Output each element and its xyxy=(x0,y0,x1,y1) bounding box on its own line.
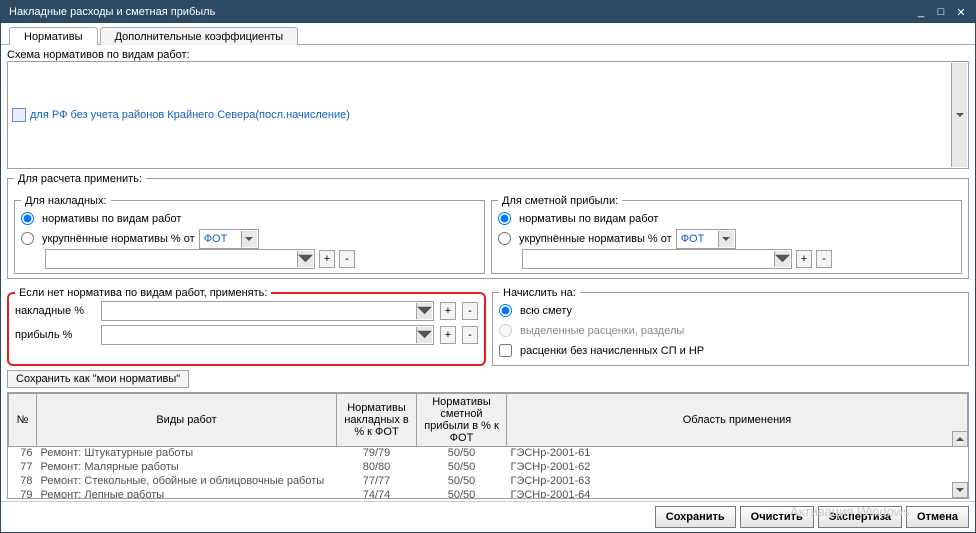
scheme-label: Схема нормативов по видам работ: xyxy=(7,49,190,61)
accrue-legend: Начислить на: xyxy=(499,287,580,299)
profit-plus-button[interactable]: + xyxy=(796,250,812,268)
overheads-radio-by-work[interactable] xyxy=(21,212,34,225)
profit-radio-enlarged[interactable] xyxy=(498,232,511,245)
table-row[interactable]: 77Ремонт: Малярные работы80/8050/50ГЭСНр… xyxy=(9,460,968,474)
profit-legend: Для сметной прибыли: xyxy=(498,195,622,207)
chevron-down-icon[interactable] xyxy=(951,63,967,167)
chevron-down-icon[interactable] xyxy=(416,327,432,343)
table-row[interactable]: 79Ремонт: Лепные работы74/7450/50ГЭСНр-2… xyxy=(9,488,968,499)
col-no[interactable]: № xyxy=(9,393,37,446)
scroll-up-button[interactable] xyxy=(952,431,968,447)
overheads-radio-enlarged[interactable] xyxy=(21,232,34,245)
close-button[interactable]: ✕ xyxy=(951,4,971,20)
overheads-minus-button[interactable]: - xyxy=(339,250,355,268)
profit-group: Для сметной прибыли: нормативы по видам … xyxy=(491,195,962,274)
accrue-radio-selected xyxy=(499,324,512,337)
chevron-down-icon[interactable] xyxy=(241,231,257,247)
fallback-overhead-label: накладные % xyxy=(15,305,95,317)
tabs: Нормативы Дополнительные коэффициенты xyxy=(1,23,975,45)
fallback-profit-plus[interactable]: + xyxy=(440,326,456,344)
chevron-down-icon[interactable] xyxy=(774,251,790,267)
profit-minus-button[interactable]: - xyxy=(816,250,832,268)
accrue-fieldset: Начислить на: всю смету выделенные расце… xyxy=(492,287,969,366)
profit-radio-by-work[interactable] xyxy=(498,212,511,225)
cancel-button[interactable]: Отмена xyxy=(906,506,969,528)
accrue-radio-all[interactable] xyxy=(499,304,512,317)
calc-legend: Для расчета применить: xyxy=(14,173,146,185)
col-prof[interactable]: Нормативы сметной прибыли в % к ФОТ xyxy=(417,393,507,446)
col-area[interactable]: Область применения xyxy=(507,393,968,446)
calc-fieldset: Для расчета применить: Для накладных: но… xyxy=(7,173,969,279)
maximize-button[interactable]: □ xyxy=(931,4,951,20)
fallback-overhead-plus[interactable]: + xyxy=(440,302,456,320)
window-title: Накладные расходы и сметная прибыль xyxy=(5,6,911,18)
titlebar: Накладные расходы и сметная прибыль _ □ … xyxy=(1,1,975,23)
expertise-button[interactable]: Экспертиза xyxy=(818,506,902,528)
chevron-down-icon[interactable] xyxy=(718,231,734,247)
save-button[interactable]: Сохранить xyxy=(655,506,736,528)
overheads-from-combo[interactable]: ФОТ xyxy=(199,229,259,249)
overheads-legend: Для накладных: xyxy=(21,195,111,207)
fallback-overhead-input[interactable] xyxy=(101,301,434,321)
overheads-enlarged-value[interactable] xyxy=(45,249,315,269)
chevron-down-icon[interactable] xyxy=(416,303,432,319)
tab-normativy[interactable]: Нормативы xyxy=(9,27,98,45)
table-row[interactable]: 78Ремонт: Стекольные, обойные и облицово… xyxy=(9,474,968,488)
chevron-down-icon[interactable] xyxy=(297,251,313,267)
fallback-profit-input[interactable] xyxy=(101,325,434,345)
norms-table[interactable]: № Виды работ Нормативы накладных в % к Ф… xyxy=(7,392,969,500)
col-over[interactable]: Нормативы накладных в % к ФОТ xyxy=(337,393,417,446)
profit-enlarged-value[interactable] xyxy=(522,249,792,269)
fallback-profit-label: прибыль % xyxy=(15,329,95,341)
fallback-profit-minus[interactable]: - xyxy=(462,326,478,344)
footer: Сохранить Очистить Экспертиза Отмена xyxy=(1,501,975,532)
tab-dop-koef[interactable]: Дополнительные коэффициенты xyxy=(100,27,299,45)
save-as-my-norms-button[interactable]: Сохранить как "мои нормативы" xyxy=(7,370,189,388)
table-row[interactable]: 76Ремонт: Штукатурные работы79/7950/50ГЭ… xyxy=(9,446,968,460)
minimize-button[interactable]: _ xyxy=(911,4,931,20)
overheads-group: Для накладных: нормативы по видам работ … xyxy=(14,195,485,274)
col-work[interactable]: Виды работ xyxy=(37,393,337,446)
fallback-legend: Если нет норматива по видам работ, приме… xyxy=(15,287,271,299)
scroll-down-button[interactable] xyxy=(952,482,968,498)
scheme-combo[interactable]: для РФ без учета районов Крайнего Севера… xyxy=(7,61,969,169)
overheads-plus-button[interactable]: + xyxy=(319,250,335,268)
profit-from-combo[interactable]: ФОТ xyxy=(676,229,736,249)
document-icon xyxy=(12,108,26,122)
accrue-chk-no-sp-nr[interactable] xyxy=(499,344,512,357)
fallback-overhead-minus[interactable]: - xyxy=(462,302,478,320)
fallback-fieldset: Если нет норматива по видам работ, приме… xyxy=(7,287,486,366)
clear-button[interactable]: Очистить xyxy=(740,506,814,528)
scheme-value: для РФ без учета районов Крайнего Севера… xyxy=(30,109,350,121)
